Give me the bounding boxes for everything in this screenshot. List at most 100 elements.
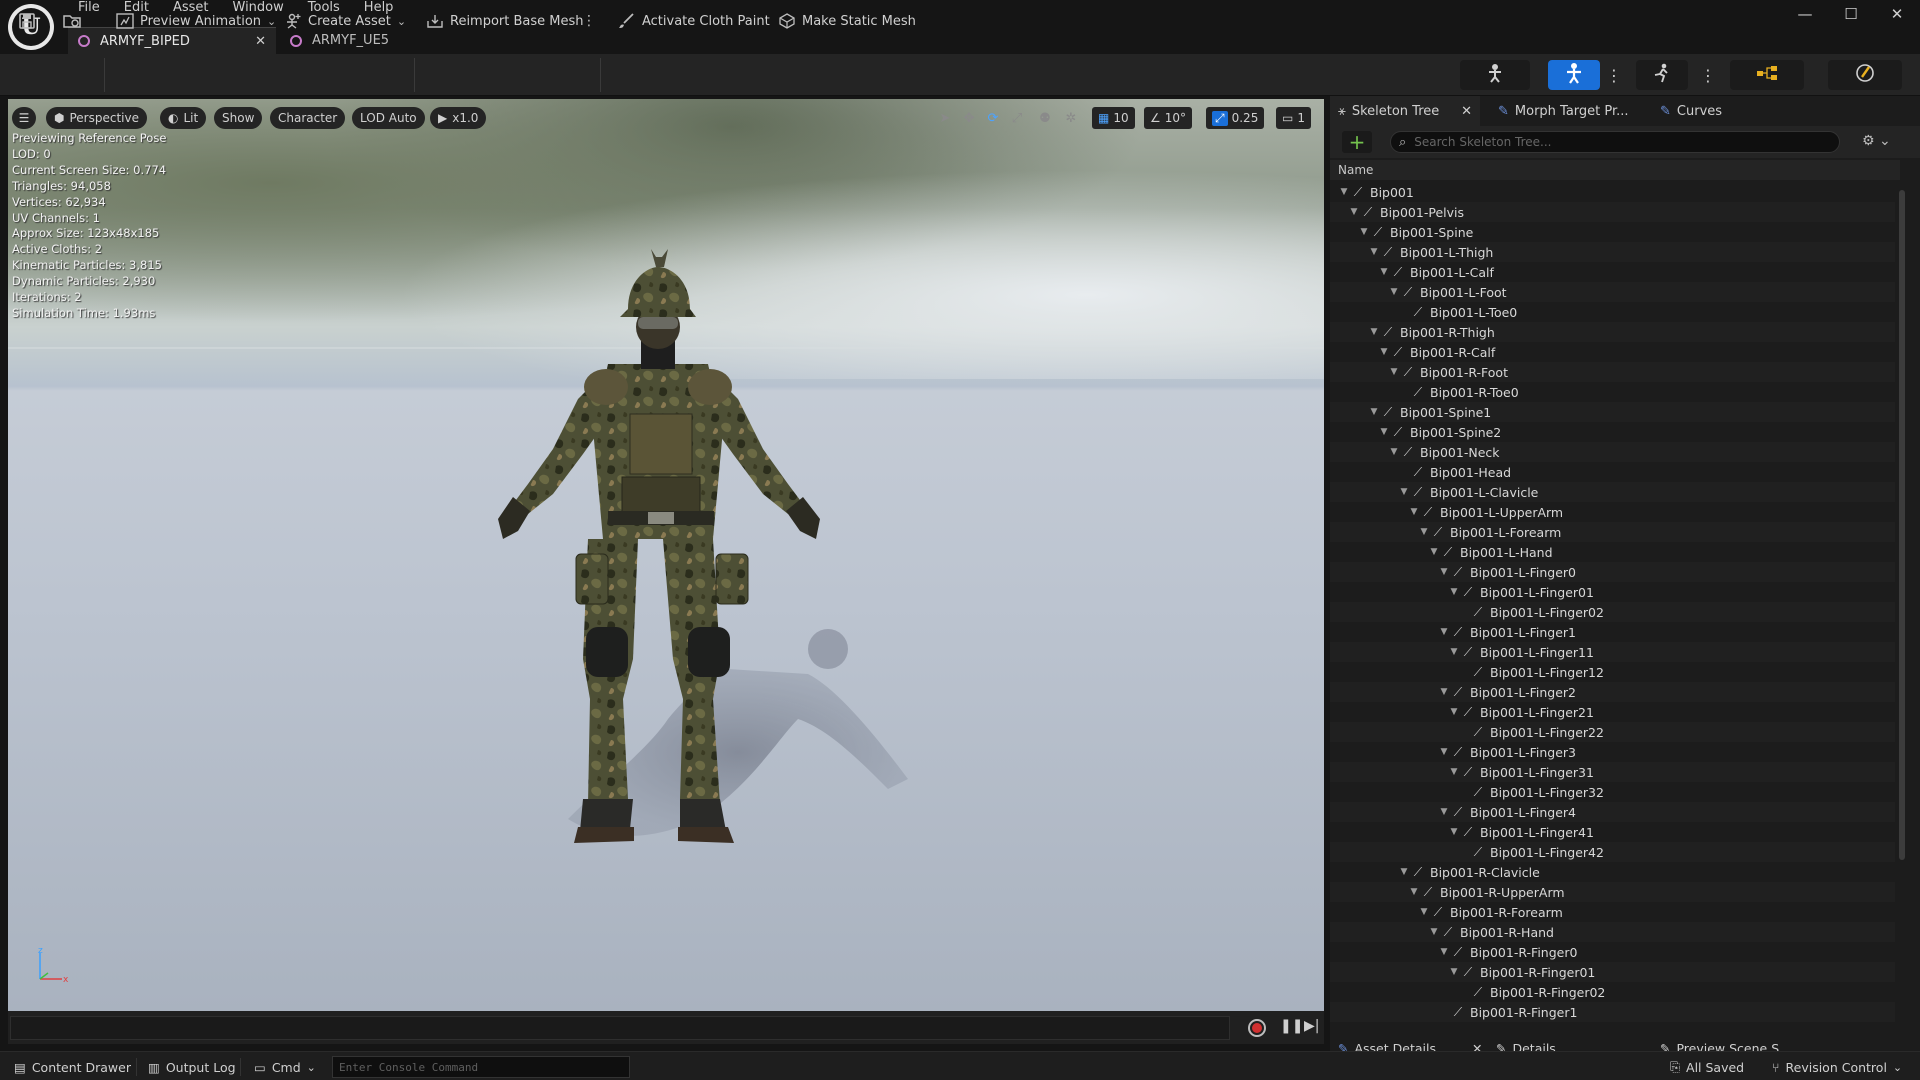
select-mode-icon[interactable]: ➤ [934, 107, 956, 129]
tree-row[interactable]: ▼ ⟋ Bip001-L-Calf [1330, 262, 1895, 282]
tree-row[interactable]: ▼ ⟋ Bip001-L-Finger41 [1330, 822, 1895, 842]
tree-row[interactable]: ▼ ⟋ Bip001-L-Hand [1330, 542, 1895, 562]
expand-arrow-icon[interactable]: ▼ [1428, 547, 1440, 557]
tree-row[interactable]: ▼ ⟋ Bip001-L-Finger2 [1330, 682, 1895, 702]
expand-arrow-icon[interactable]: ▼ [1398, 867, 1410, 877]
tree-row[interactable]: ▼ ⟋ Bip001-R-Foot [1330, 362, 1895, 382]
tree-row[interactable]: ▼ ⟋ Bip001-R-Hand [1330, 922, 1895, 942]
expand-arrow-icon[interactable]: ▼ [1338, 187, 1350, 197]
tab-skeleton-tree[interactable]: ⚹ Skeleton Tree ✕ [1330, 96, 1480, 126]
console-command-input[interactable] [333, 1057, 629, 1077]
tree-row[interactable]: ▼ ⟋ Bip001-L-UpperArm [1330, 502, 1895, 522]
tree-row[interactable]: ⟋ Bip001-L-Finger12 [1330, 662, 1895, 682]
expand-arrow-icon[interactable]: ▼ [1438, 687, 1450, 697]
expand-arrow-icon[interactable]: ▼ [1378, 347, 1390, 357]
tree-row[interactable]: ⟋ Bip001-L-Finger02 [1330, 602, 1895, 622]
expand-arrow-icon[interactable]: ▼ [1418, 527, 1430, 537]
expand-arrow-icon[interactable]: ▼ [1378, 427, 1390, 437]
local-space-icon[interactable]: ⚉ [1034, 107, 1056, 129]
expand-arrow-icon[interactable]: ▼ [1438, 567, 1450, 577]
camera-speed-button[interactable]: ▭ 1 [1276, 107, 1311, 129]
tree-row[interactable]: ▼ ⟋ Bip001-L-Finger31 [1330, 762, 1895, 782]
expand-arrow-icon[interactable]: ▼ [1358, 227, 1370, 237]
pause-icon[interactable]: ❚❚ [1280, 1018, 1303, 1034]
tree-row[interactable]: ▼ ⟋ Bip001-R-Calf [1330, 342, 1895, 362]
expand-arrow-icon[interactable]: ▼ [1398, 487, 1410, 497]
tree-row[interactable]: ⟋ Bip001-R-Finger1 [1330, 1002, 1895, 1022]
expand-arrow-icon[interactable]: ▼ [1378, 267, 1390, 277]
tree-row[interactable]: ⟋ Bip001-L-Toe0 [1330, 302, 1895, 322]
expand-arrow-icon[interactable]: ▼ [1448, 647, 1460, 657]
save-button[interactable] [18, 8, 36, 34]
browse-button[interactable] [62, 8, 82, 34]
expand-arrow-icon[interactable]: ▼ [1428, 927, 1440, 937]
character-mesh[interactable] [8, 99, 1324, 1011]
output-log-button[interactable]: ▥ Output Log [148, 1056, 236, 1078]
tree-row[interactable]: ⟋ Bip001-R-Toe0 [1330, 382, 1895, 402]
tree-row[interactable]: ▼ ⟋ Bip001-R-Thigh [1330, 322, 1895, 342]
close-tab-icon[interactable]: ✕ [255, 34, 266, 49]
animation-mode-options-icon[interactable]: ⋮ [1698, 60, 1718, 90]
add-socket-button[interactable]: + [1342, 130, 1372, 154]
tree-row[interactable]: ⟋ Bip001-L-Finger22 [1330, 722, 1895, 742]
expand-arrow-icon[interactable]: ▼ [1368, 247, 1380, 257]
tree-row[interactable]: ▼ ⟋ Bip001-R-UpperArm [1330, 882, 1895, 902]
tree-row[interactable]: ▼ ⟋ Bip001-L-Finger11 [1330, 642, 1895, 662]
expand-arrow-icon[interactable]: ▼ [1388, 367, 1400, 377]
tab-morph-target[interactable]: ✎ Morph Target Pr... [1490, 96, 1637, 126]
close-tab-icon[interactable]: ✕ [1461, 104, 1472, 119]
grid-snap-toggle[interactable]: ▦ 10 [1092, 107, 1135, 129]
name-column-header[interactable]: Name [1330, 160, 1900, 180]
tree-row[interactable]: ▼ ⟋ Bip001-R-Finger0 [1330, 942, 1895, 962]
perspective-button[interactable]: ⬢ Perspective [46, 107, 147, 129]
maximize-icon[interactable]: ☐ [1828, 0, 1874, 28]
expand-arrow-icon[interactable]: ▼ [1408, 887, 1420, 897]
lit-button[interactable]: ◐ Lit [160, 107, 207, 129]
tree-row[interactable]: ⟋ Bip001-Head [1330, 462, 1895, 482]
tree-row[interactable]: ▼ ⟋ Bip001-L-Finger4 [1330, 802, 1895, 822]
expand-arrow-icon[interactable]: ▼ [1448, 707, 1460, 717]
tree-row[interactable]: ▼ ⟋ Bip001-L-Finger0 [1330, 562, 1895, 582]
preview-viewport[interactable]: ☰ ⬢ Perspective ◐ Lit Show Character LOD… [8, 99, 1324, 1011]
timeline-track[interactable] [10, 1016, 1230, 1040]
skeleton-mode-button[interactable] [1460, 60, 1530, 90]
revision-control-button[interactable]: ⑂ Revision Control ⌄ [1772, 1056, 1902, 1078]
mesh-mode-options-icon[interactable]: ⋮ [1604, 60, 1624, 90]
expand-arrow-icon[interactable]: ▼ [1388, 287, 1400, 297]
tree-row[interactable]: ⟋ Bip001-L-Finger42 [1330, 842, 1895, 862]
tree-row[interactable]: ▼ ⟋ Bip001 [1330, 182, 1895, 202]
tree-row[interactable]: ▼ ⟋ Bip001-Neck [1330, 442, 1895, 462]
tree-row[interactable]: ▼ ⟋ Bip001-L-Thigh [1330, 242, 1895, 262]
scale-snap-toggle[interactable]: ⤢ 0.25 [1206, 107, 1265, 129]
playback-speed-button[interactable]: ▶ x1.0 [430, 107, 487, 129]
mesh-mode-button[interactable] [1548, 60, 1600, 90]
tree-row[interactable]: ⟋ Bip001-L-Finger32 [1330, 782, 1895, 802]
scale-icon[interactable]: ⤢ [1006, 107, 1028, 129]
tree-row[interactable]: ⟋ Bip001-R-Finger02 [1330, 982, 1895, 1002]
reimport-options-icon[interactable]: ⋮ [582, 8, 596, 34]
tree-row[interactable]: ▼ ⟋ Bip001-L-Finger21 [1330, 702, 1895, 722]
tree-row[interactable]: ▼ ⟋ Bip001-L-Finger1 [1330, 622, 1895, 642]
blueprint-mode-button[interactable] [1730, 60, 1804, 90]
expand-arrow-icon[interactable]: ▼ [1418, 907, 1430, 917]
tree-row[interactable]: ▼ ⟋ Bip001-R-Finger01 [1330, 962, 1895, 982]
skeleton-search-input[interactable] [1414, 135, 1815, 149]
tree-row[interactable]: ▼ ⟋ Bip001-Spine [1330, 222, 1895, 242]
rotation-snap-toggle[interactable]: ∠ 10° [1144, 107, 1193, 129]
surface-snap-icon[interactable]: ✲ [1060, 107, 1082, 129]
expand-arrow-icon[interactable]: ▼ [1368, 407, 1380, 417]
expand-arrow-icon[interactable]: ▼ [1448, 827, 1460, 837]
tree-row[interactable]: ▼ ⟋ Bip001-L-Foot [1330, 282, 1895, 302]
tab-curves[interactable]: ✎ Curves [1652, 96, 1730, 126]
create-asset-button[interactable]: Create Asset ⌄ [284, 8, 406, 34]
tree-row[interactable]: ▼ ⟋ Bip001-L-Clavicle [1330, 482, 1895, 502]
translate-icon[interactable]: ✥ [958, 107, 980, 129]
tree-row[interactable]: ▼ ⟋ Bip001-R-Clavicle [1330, 862, 1895, 882]
lod-button[interactable]: LOD Auto [352, 107, 425, 129]
tree-row[interactable]: ▼ ⟋ Bip001-L-Forearm [1330, 522, 1895, 542]
expand-arrow-icon[interactable]: ▼ [1438, 747, 1450, 757]
animation-mode-button[interactable] [1636, 60, 1688, 90]
settings-gear-icon[interactable]: ⚙ ⌄ [1862, 133, 1891, 149]
show-button[interactable]: Show [214, 107, 263, 129]
tree-row[interactable]: ▼ ⟋ Bip001-Pelvis [1330, 202, 1895, 222]
